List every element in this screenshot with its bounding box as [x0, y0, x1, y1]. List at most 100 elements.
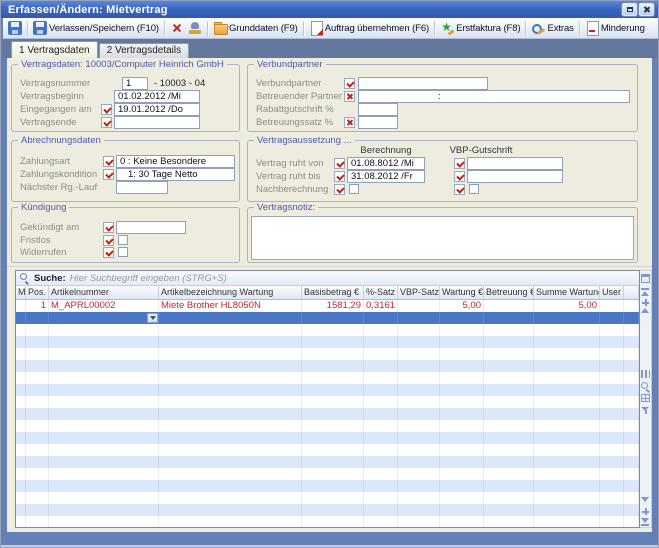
- column-header-spacer: [624, 286, 639, 299]
- column-header-user[interactable]: User: [600, 286, 624, 299]
- toolbar-button-auftrag-übernehmen-f6[interactable]: Auftrag übernehmen (F6): [307, 20, 431, 36]
- column-header-betreuung[interactable]: Betreuung €: [484, 286, 534, 299]
- betreuender-partner-field[interactable]: :: [358, 90, 630, 103]
- betreuungssatz-clear-icon[interactable]: [344, 117, 355, 128]
- verbundpartner-edit-icon[interactable]: [344, 78, 355, 89]
- group-verbundpartner: Verbundpartner Verbundpartner Betreuende…: [247, 64, 638, 132]
- grid-filter-icon[interactable]: [641, 406, 650, 415]
- gekuendigt-edit-icon[interactable]: [103, 222, 114, 233]
- grid-nav-strip: [640, 270, 652, 528]
- vertrag-ruht-von-field[interactable]: 01.08.8012 /Mi: [347, 157, 425, 170]
- rabattgutschrift-field[interactable]: [358, 103, 398, 116]
- column-header-artikelbezeichnung-wartung[interactable]: Artikelbezeichnung Wartung: [159, 286, 302, 299]
- grid-search-icon[interactable]: [641, 382, 650, 391]
- cell: [600, 504, 624, 516]
- betreuender-partner-clear-icon[interactable]: [344, 91, 355, 102]
- vertragsbeginn-field[interactable]: 01.02.2012 /Mi: [114, 90, 200, 103]
- vertragsende-field[interactable]: [114, 116, 200, 129]
- table-row-empty[interactable]: [16, 444, 639, 456]
- widerrufen-checkbox[interactable]: [118, 247, 128, 257]
- zahlungskondition-edit-icon[interactable]: [103, 169, 114, 180]
- vertrag-ruht-von-vbp-field[interactable]: [467, 157, 563, 170]
- verbundpartner-field[interactable]: [358, 77, 488, 90]
- ruht-von-vbp-edit-icon[interactable]: [454, 158, 465, 169]
- toolbar-separator: [164, 21, 165, 36]
- nachberechnung-vbp-checkbox[interactable]: [469, 184, 479, 194]
- table-row-empty[interactable]: [16, 516, 639, 528]
- table-row-empty[interactable]: [16, 420, 639, 432]
- column-header-artikelnummer[interactable]: Artikelnummer: [49, 286, 159, 299]
- table-row-empty[interactable]: [16, 492, 639, 504]
- scroll-page-down-icon[interactable]: [641, 507, 650, 516]
- toolbar-button-extras[interactable]: Extras: [529, 20, 575, 36]
- ruht-bis-edit-icon[interactable]: [334, 171, 345, 182]
- fristlos-checkbox[interactable]: [118, 235, 128, 245]
- widerrufen-edit-icon[interactable]: [103, 247, 114, 258]
- table-row-empty[interactable]: [16, 372, 639, 384]
- row-dropdown-button[interactable]: [147, 313, 158, 323]
- zahlungsart-edit-icon[interactable]: [103, 156, 114, 167]
- toolbar-button-stamp[interactable]: [186, 20, 204, 36]
- toolbar-button-save[interactable]: [6, 20, 24, 36]
- column-chooser-icon[interactable]: [641, 274, 650, 283]
- eingegangen-am-field[interactable]: 19.01.2012 /Do: [114, 103, 200, 116]
- table-row-empty[interactable]: [16, 384, 639, 396]
- vertragsende-edit-icon[interactable]: [101, 117, 112, 128]
- scroll-last-icon[interactable]: [641, 517, 650, 526]
- toolbar-button-verlassen-speichern-f10[interactable]: Verlassen/Speichern (F10): [31, 20, 161, 36]
- vertragsnummer-field[interactable]: 1: [122, 77, 148, 90]
- table-row[interactable]: 1M_APRL00002Miete Brother HL8050N1581,29…: [16, 300, 639, 312]
- table-row-empty[interactable]: [16, 480, 639, 492]
- scroll-up-icon[interactable]: [641, 308, 649, 313]
- nachberechnung-checkbox[interactable]: [349, 184, 359, 194]
- naechster-rglauf-field[interactable]: [116, 181, 168, 194]
- table-row-empty[interactable]: [16, 408, 639, 420]
- column-header-pos[interactable]: Pos.: [26, 286, 49, 299]
- cell: [440, 372, 484, 384]
- table-row-empty[interactable]: [16, 324, 639, 336]
- zahlungskondition-field[interactable]: 1: 30 Tage Netto: [116, 168, 235, 181]
- restore-button[interactable]: [622, 3, 637, 16]
- vertragsnotiz-textarea[interactable]: [251, 216, 634, 260]
- zahlungsart-field[interactable]: 0 : Keine Besondere: [116, 155, 235, 168]
- table-row-selected[interactable]: [16, 312, 639, 324]
- table-row-empty[interactable]: [16, 456, 639, 468]
- column-header-m[interactable]: M: [16, 286, 26, 299]
- cell: [534, 444, 600, 456]
- toolbar-button-minderung[interactable]: Minderung: [583, 20, 647, 36]
- table-row-empty[interactable]: [16, 336, 639, 348]
- toolbar-button-erstfaktura-f8[interactable]: Erstfaktura (F8): [438, 20, 522, 36]
- scroll-down-icon[interactable]: [641, 497, 649, 502]
- table-row-empty[interactable]: [16, 468, 639, 480]
- vertrag-ruht-bis-vbp-field[interactable]: [467, 170, 563, 183]
- table-row-empty[interactable]: [16, 396, 639, 408]
- nachberechnung-edit-icon[interactable]: [334, 184, 345, 195]
- close-button[interactable]: [639, 3, 654, 16]
- table-row-empty[interactable]: [16, 348, 639, 360]
- nachberechnung-vbp-edit-icon[interactable]: [454, 184, 465, 195]
- grid-layout-icon[interactable]: [641, 394, 650, 402]
- toolbar-button-grunddaten-f9[interactable]: Grunddaten (F9): [211, 20, 300, 36]
- ruht-bis-vbp-edit-icon[interactable]: [454, 171, 465, 182]
- scroll-page-up-icon[interactable]: [641, 298, 650, 307]
- column-header-satz[interactable]: %-Satz: [364, 286, 398, 299]
- tab-2-vertragsdetails[interactable]: 2 Vertragsdetails: [99, 43, 190, 58]
- betreuungssatz-field[interactable]: [358, 116, 398, 129]
- gekuendigt-am-field[interactable]: [116, 221, 186, 234]
- toolbar-button-delete[interactable]: [168, 20, 186, 36]
- tab-1-vertragsdaten[interactable]: 1 Vertragsdaten: [11, 41, 98, 58]
- scroll-first-icon[interactable]: [641, 288, 650, 297]
- table-row-empty[interactable]: [16, 504, 639, 516]
- grid-columns-icon[interactable]: [641, 370, 650, 378]
- column-header-summe-wartung[interactable]: Summe Wartung €: [534, 286, 600, 299]
- vertrag-ruht-bis-field[interactable]: 31.08.2012 /Fr: [347, 170, 425, 183]
- column-header-wartung[interactable]: Wartung €: [440, 286, 484, 299]
- eingegangen-edit-icon[interactable]: [101, 104, 112, 115]
- table-row-empty[interactable]: [16, 360, 639, 372]
- ruht-von-edit-icon[interactable]: [334, 158, 345, 169]
- column-header-vbp-satz[interactable]: VBP-Satz: [398, 286, 440, 299]
- search-bar[interactable]: Suche: Hier Suchbegriff eingeben (STRG+S…: [16, 271, 639, 286]
- fristlos-edit-icon[interactable]: [103, 235, 114, 246]
- table-row-empty[interactable]: [16, 432, 639, 444]
- column-header-basisbetrag[interactable]: Basisbetrag €: [302, 286, 364, 299]
